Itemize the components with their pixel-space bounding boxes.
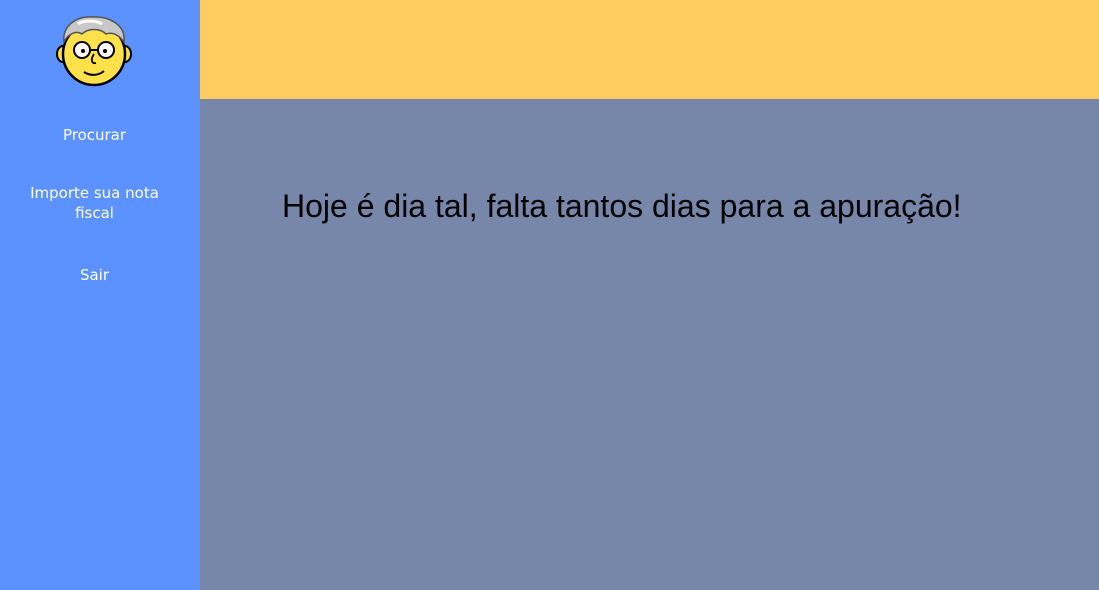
app-root: Procurar Importe sua nota fiscal Sair Ho… — [0, 0, 1099, 590]
main-content: Hoje é dia tal, falta tantos dias para a… — [200, 99, 1099, 590]
page-headline: Hoje é dia tal, falta tantos dias para a… — [282, 188, 962, 224]
top-header-bar — [200, 0, 1099, 99]
sidebar: Procurar Importe sua nota fiscal Sair — [0, 0, 200, 590]
avatar-logo-icon[interactable] — [56, 12, 132, 88]
cartoon-face-icon — [56, 16, 132, 87]
sidebar-item-sair[interactable]: Sair — [0, 265, 189, 285]
sidebar-item-importe-nota-fiscal[interactable]: Importe sua nota fiscal — [0, 183, 189, 223]
sidebar-item-procurar[interactable]: Procurar — [0, 125, 189, 145]
